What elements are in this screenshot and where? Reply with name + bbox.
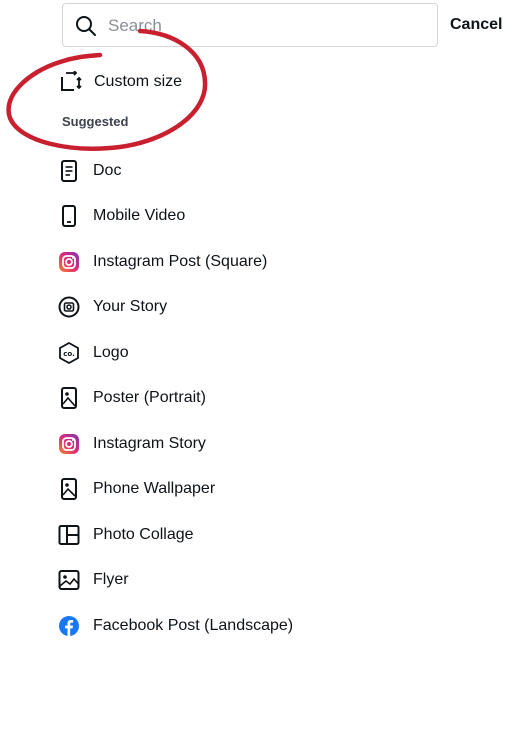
search-row: Search Cancel bbox=[62, 3, 507, 49]
story-camera-icon bbox=[58, 296, 80, 318]
suggested-heading: Suggested bbox=[62, 114, 129, 129]
list-item-label: Phone Wallpaper bbox=[93, 480, 216, 498]
list-item-facebook-post[interactable]: Facebook Post (Landscape) bbox=[58, 603, 293, 649]
search-icon bbox=[76, 16, 96, 36]
list-item-photo-collage[interactable]: Photo Collage bbox=[58, 512, 293, 558]
phone-wallpaper-icon bbox=[61, 478, 77, 501]
list-item-mobile-video[interactable]: Mobile Video bbox=[58, 194, 293, 240]
poster-icon bbox=[61, 387, 77, 410]
custom-size-item[interactable]: Custom size bbox=[60, 68, 182, 96]
cancel-button[interactable]: Cancel bbox=[450, 16, 502, 34]
list-item-label: Photo Collage bbox=[93, 525, 194, 543]
list-item-label: Facebook Post (Landscape) bbox=[93, 616, 294, 634]
doc-icon bbox=[61, 159, 77, 182]
custom-size-label: Custom size bbox=[94, 73, 183, 90]
list-item-doc[interactable]: Doc bbox=[58, 148, 293, 194]
list-item-label: Logo bbox=[93, 343, 129, 361]
list-item-logo[interactable]: co. Logo bbox=[58, 330, 293, 376]
facebook-icon bbox=[59, 615, 79, 636]
instagram-icon bbox=[59, 433, 79, 454]
list-item-label: Instagram Post (Square) bbox=[93, 252, 268, 270]
list-item-label: Mobile Video bbox=[93, 207, 186, 225]
logo-co-icon: co. bbox=[59, 341, 79, 364]
svg-text:co.: co. bbox=[63, 350, 75, 358]
list-item-label: Instagram Story bbox=[93, 434, 206, 452]
list-item-instagram-post[interactable]: Instagram Post (Square) bbox=[58, 239, 293, 285]
list-item-poster[interactable]: Poster (Portrait) bbox=[58, 376, 293, 422]
list-item-label: Your Story bbox=[93, 298, 168, 316]
list-item-label: Doc bbox=[93, 161, 122, 179]
flyer-icon bbox=[58, 570, 80, 591]
resize-icon bbox=[61, 71, 82, 91]
collage-icon bbox=[58, 524, 80, 545]
mobile-video-icon bbox=[62, 205, 76, 228]
list-item-instagram-story[interactable]: Instagram Story bbox=[58, 421, 293, 467]
list-item-phone-wallpaper[interactable]: Phone Wallpaper bbox=[58, 467, 293, 513]
list-item-your-story[interactable]: Your Story bbox=[58, 285, 293, 331]
search-placeholder: Search bbox=[108, 16, 162, 35]
list-item-label: Poster (Portrait) bbox=[93, 389, 206, 407]
list-item-flyer[interactable]: Flyer bbox=[58, 558, 293, 604]
suggested-list: Doc Mobile Video Instagram Post (Square)… bbox=[58, 148, 293, 649]
list-item-label: Flyer bbox=[93, 571, 129, 589]
search-input[interactable]: Search bbox=[62, 3, 438, 47]
instagram-icon bbox=[59, 251, 79, 272]
